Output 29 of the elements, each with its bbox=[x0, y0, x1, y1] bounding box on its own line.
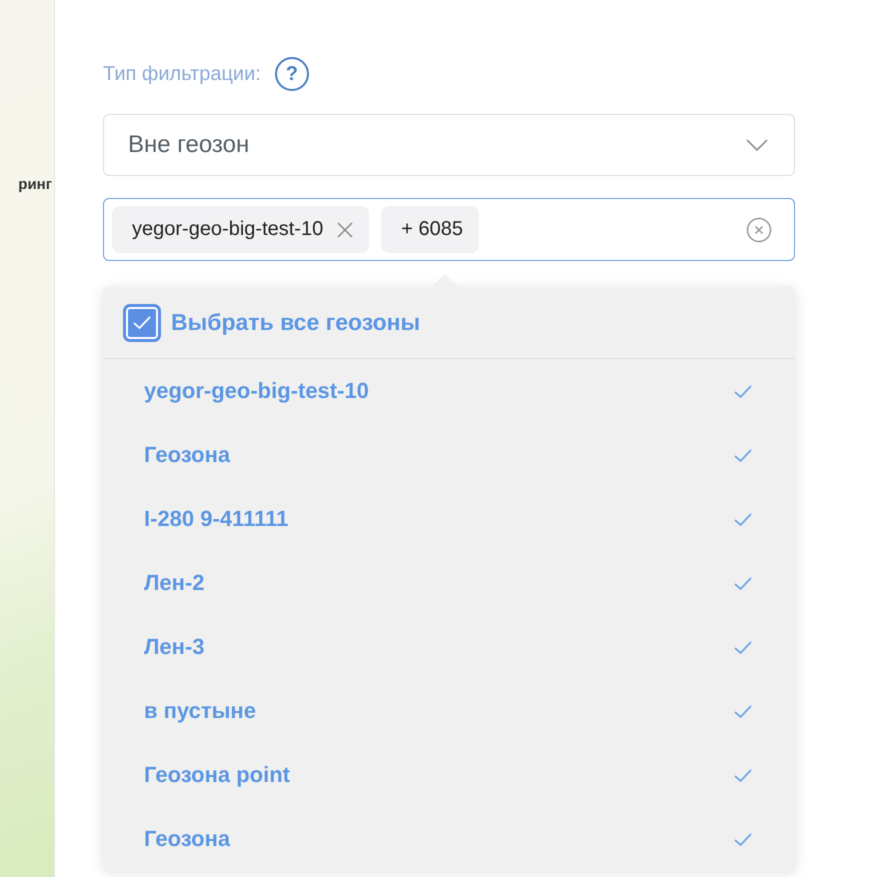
check-icon bbox=[733, 384, 753, 398]
check-icon bbox=[733, 448, 753, 462]
geozone-option[interactable]: yegor-geo-big-test-10 bbox=[103, 359, 795, 423]
remove-icon[interactable] bbox=[337, 222, 354, 238]
geozone-option[interactable]: Геозона bbox=[103, 807, 795, 871]
geozone-option[interactable]: I-280 9-411111 bbox=[103, 487, 795, 551]
check-icon bbox=[733, 576, 753, 590]
filter-type-dropdown[interactable]: Вне геозон bbox=[103, 114, 795, 176]
chevron-down-icon bbox=[746, 139, 768, 151]
check-icon bbox=[132, 315, 152, 330]
geozone-option[interactable]: Лен-2 bbox=[103, 551, 795, 615]
geozone-select-field[interactable]: yegor-geo-big-test-10 + 6085 bbox=[103, 198, 795, 261]
geozone-option[interactable]: Геозона bbox=[103, 423, 795, 487]
check-icon bbox=[733, 832, 753, 846]
select-all-option[interactable]: Выбрать все геозоны bbox=[103, 287, 795, 359]
select-all-checkbox[interactable] bbox=[123, 304, 161, 342]
tag-label: yegor-geo-big-test-10 bbox=[132, 218, 324, 241]
geozone-option[interactable]: в пустыне bbox=[103, 679, 795, 743]
geozone-option[interactable]: Геозона point bbox=[103, 743, 795, 807]
check-icon bbox=[733, 768, 753, 782]
help-button[interactable]: ? bbox=[274, 57, 309, 91]
menu-label: ринг bbox=[18, 176, 53, 195]
filter-type-label: Тип фильтрации: bbox=[103, 62, 261, 86]
check-icon bbox=[733, 704, 753, 718]
check-icon bbox=[733, 512, 753, 526]
geozone-option[interactable]: Лен-3 bbox=[103, 615, 795, 679]
check-icon bbox=[733, 640, 753, 654]
clear-icon[interactable] bbox=[746, 216, 772, 242]
more-count-tag: + 6085 bbox=[381, 206, 479, 253]
